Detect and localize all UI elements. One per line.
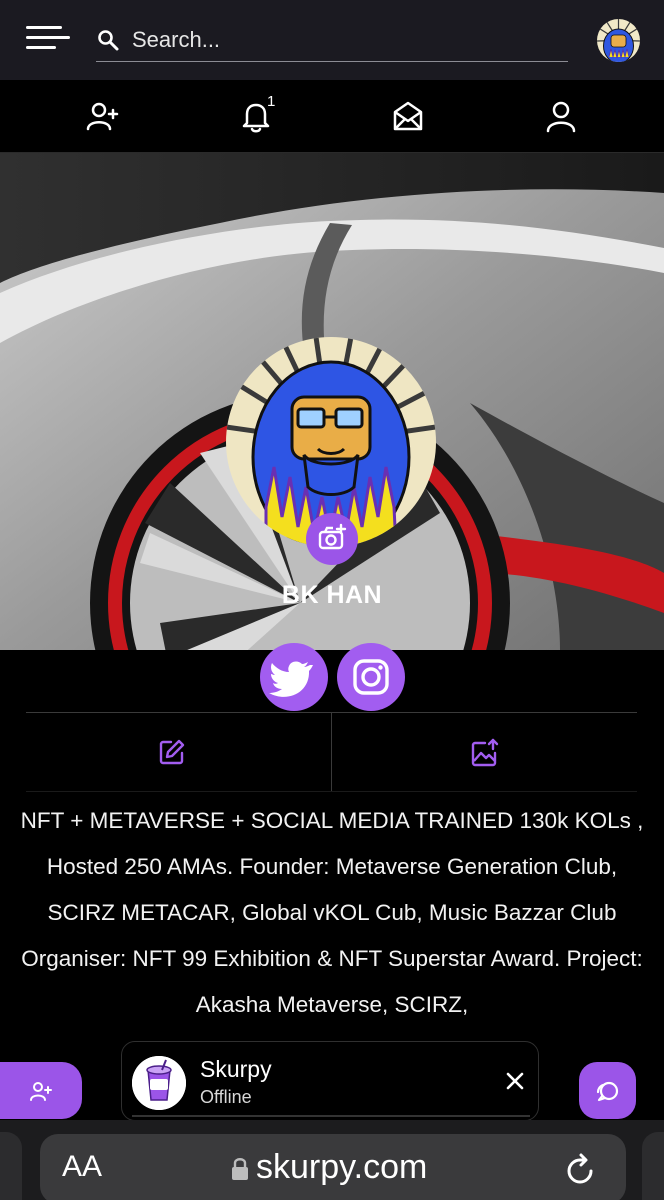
chat-status: Offline xyxy=(200,1087,252,1107)
chat-input-bar xyxy=(132,1115,530,1117)
search-bar xyxy=(96,18,568,62)
instagram-icon xyxy=(353,659,389,695)
chat-avatar xyxy=(132,1056,186,1110)
notification-count: 1 xyxy=(267,93,276,110)
add-friend-fab[interactable] xyxy=(0,1062,82,1119)
image-upload-icon xyxy=(471,738,499,767)
twitter-button[interactable] xyxy=(260,643,328,711)
user-icon[interactable] xyxy=(543,98,579,134)
edit-profile-button[interactable] xyxy=(26,713,331,791)
icon-navigation xyxy=(0,80,664,153)
menu-icon xyxy=(26,26,62,29)
close-icon[interactable] xyxy=(502,1068,528,1094)
avatar-image xyxy=(597,19,640,62)
url-text: skurpy.com xyxy=(256,1148,428,1186)
lock-icon xyxy=(232,1158,248,1180)
profile-name: BK HAN xyxy=(281,581,383,609)
add-user-icon xyxy=(30,1082,52,1101)
tab-edge-left xyxy=(0,1132,22,1200)
twitter-icon xyxy=(269,661,313,697)
search-input[interactable] xyxy=(132,24,552,56)
chat-icon xyxy=(596,1081,619,1102)
camera-plus-icon xyxy=(318,523,347,550)
change-avatar-button[interactable] xyxy=(306,513,358,565)
search-icon xyxy=(98,30,119,51)
address-bar[interactable]: AA skurpy.com xyxy=(40,1134,626,1200)
user-avatar[interactable] xyxy=(597,19,640,62)
tab-edge-right xyxy=(642,1132,664,1200)
menu-button[interactable] xyxy=(26,24,70,56)
profile-bio: NFT + METAVERSE + SOCIAL MEDIA TRAINED 1… xyxy=(20,808,644,1017)
reader-options-button[interactable]: AA xyxy=(62,1150,102,1184)
menu-icon-line xyxy=(26,36,70,39)
browser-toolbar: AA skurpy.com xyxy=(0,1120,664,1200)
instagram-button[interactable] xyxy=(337,643,405,711)
edit-icon xyxy=(159,739,185,765)
reload-icon[interactable] xyxy=(564,1152,598,1186)
menu-icon-line xyxy=(26,46,56,49)
chat-fab[interactable] xyxy=(579,1062,636,1119)
chat-widget[interactable]: Skurpy Offline xyxy=(121,1041,539,1121)
mail-icon[interactable] xyxy=(390,98,426,134)
top-app-bar xyxy=(0,0,664,80)
skurpy-logo xyxy=(132,1056,186,1110)
cover-image: BK HAN xyxy=(0,153,664,650)
upload-cover-button[interactable] xyxy=(332,713,637,791)
divider xyxy=(26,791,637,792)
chat-name: Skurpy xyxy=(200,1056,272,1082)
add-user-icon[interactable] xyxy=(84,98,120,134)
